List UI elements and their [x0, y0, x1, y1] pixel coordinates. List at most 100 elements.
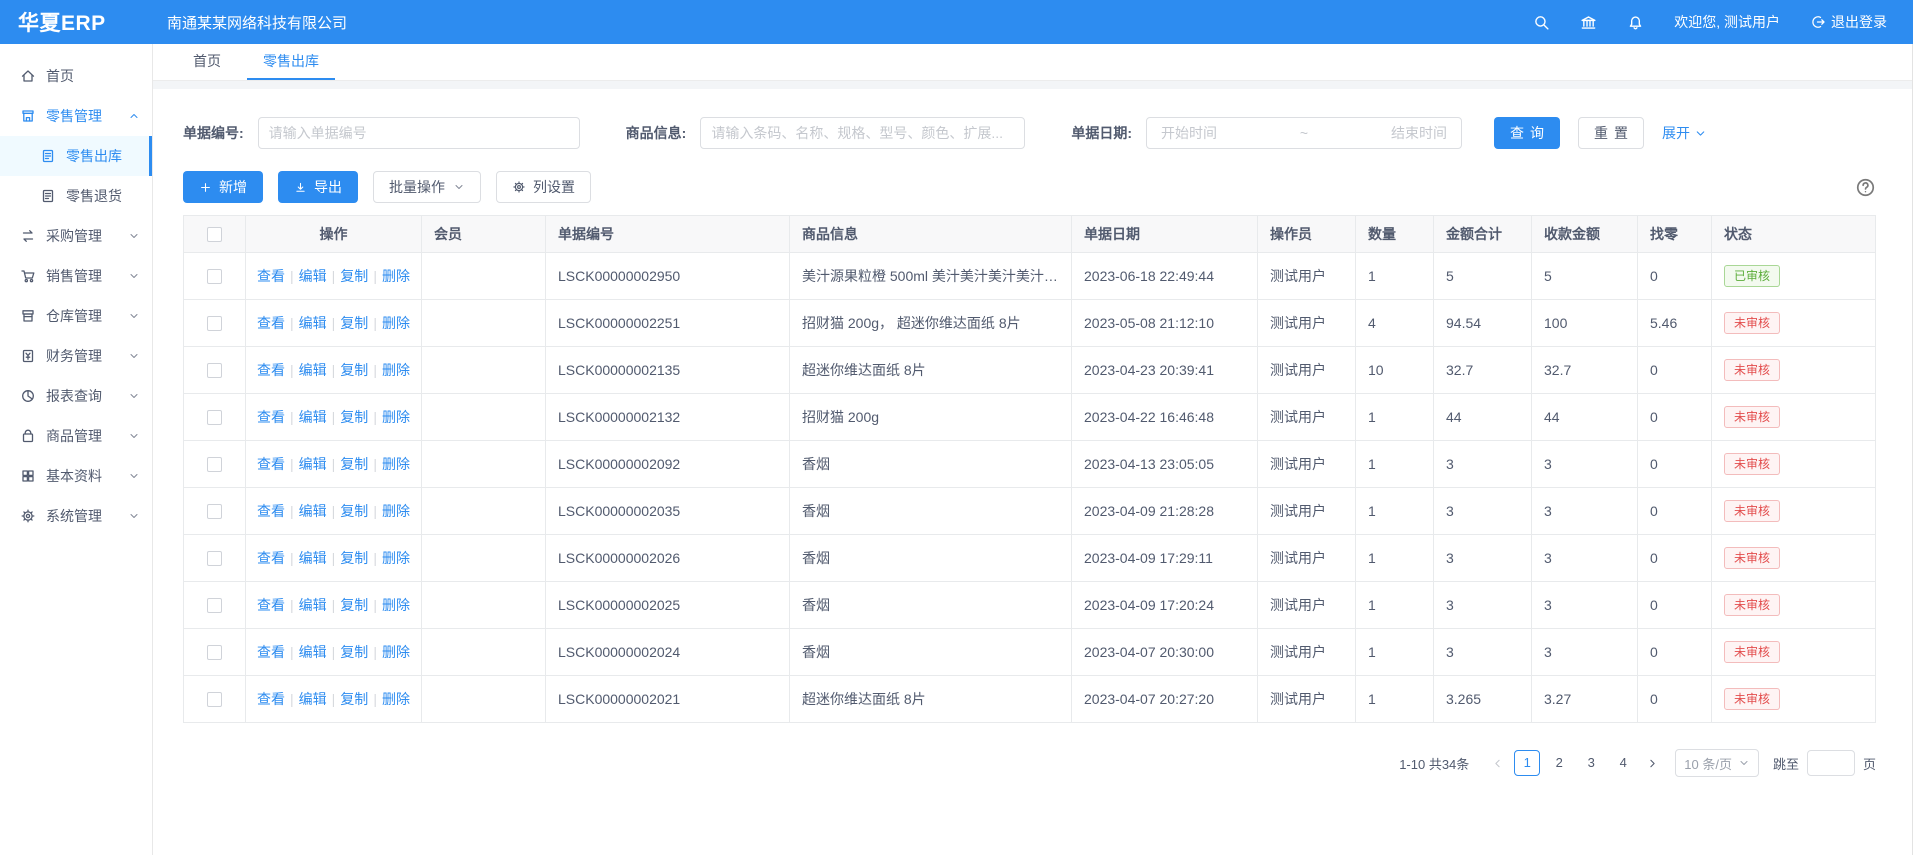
tab-retail-outbound[interactable]: 零售出库: [247, 44, 335, 80]
action-view-link[interactable]: 查看: [257, 362, 285, 378]
status-badge: 未审核: [1724, 312, 1780, 334]
action-edit-link[interactable]: 编辑: [299, 550, 327, 566]
column-settings-button[interactable]: 列设置: [496, 171, 591, 203]
home-icon: [20, 68, 36, 84]
date-range-picker[interactable]: 开始时间 ~ 结束时间: [1146, 117, 1462, 149]
row-checkbox[interactable]: [207, 457, 222, 472]
action-copy-link[interactable]: 复制: [340, 362, 368, 378]
action-view-link[interactable]: 查看: [257, 409, 285, 425]
action-edit-link[interactable]: 编辑: [299, 315, 327, 331]
help-icon[interactable]: [1855, 177, 1876, 198]
next-page-icon[interactable]: [1640, 757, 1665, 770]
action-edit-link[interactable]: 编辑: [299, 644, 327, 660]
action-view-link[interactable]: 查看: [257, 503, 285, 519]
action-delete-link[interactable]: 删除: [382, 644, 410, 660]
action-view-link[interactable]: 查看: [257, 644, 285, 660]
action-copy-link[interactable]: 复制: [340, 315, 368, 331]
sidebar-item-sales[interactable]: 销售管理: [0, 256, 152, 296]
action-delete-link[interactable]: 删除: [382, 503, 410, 519]
bill-no-input[interactable]: [258, 117, 580, 149]
tab-home[interactable]: 首页: [177, 44, 237, 80]
platform-icon[interactable]: [1580, 14, 1597, 31]
header-checkbox-cell: [184, 216, 246, 253]
expand-link[interactable]: 展开: [1662, 123, 1707, 143]
cell-goods: 香烟: [790, 629, 1072, 676]
column-header-10: 状态: [1712, 216, 1876, 253]
page-number-3[interactable]: 3: [1578, 750, 1604, 776]
action-view-link[interactable]: 查看: [257, 268, 285, 284]
action-copy-link[interactable]: 复制: [340, 456, 368, 472]
logout-button[interactable]: 退出登录: [1810, 12, 1887, 32]
row-checkbox[interactable]: [207, 316, 222, 331]
action-view-link[interactable]: 查看: [257, 597, 285, 613]
prev-page-icon[interactable]: [1485, 757, 1510, 770]
cell-qty: 1: [1356, 629, 1434, 676]
action-copy-link[interactable]: 复制: [340, 268, 368, 284]
sidebar-item-finance[interactable]: 财务管理: [0, 336, 152, 376]
action-edit-link[interactable]: 编辑: [299, 409, 327, 425]
row-checkbox[interactable]: [207, 645, 222, 660]
page-number-1[interactable]: 1: [1514, 750, 1540, 776]
sidebar-item-warehouse[interactable]: 仓库管理: [0, 296, 152, 336]
action-view-link[interactable]: 查看: [257, 456, 285, 472]
row-checkbox[interactable]: [207, 504, 222, 519]
sidebar-item-goods[interactable]: 商品管理: [0, 416, 152, 456]
action-edit-link[interactable]: 编辑: [299, 362, 327, 378]
page-numbers: 1234: [1514, 750, 1636, 776]
sidebar-subitem-retail-outbound[interactable]: 零售出库: [0, 136, 152, 176]
row-checkbox[interactable]: [207, 269, 222, 284]
action-view-link[interactable]: 查看: [257, 550, 285, 566]
cell-total: 32.7: [1434, 347, 1532, 394]
row-checkbox[interactable]: [207, 410, 222, 425]
search-icon[interactable]: [1533, 14, 1550, 31]
export-button[interactable]: 导出: [278, 171, 358, 203]
action-delete-link[interactable]: 删除: [382, 362, 410, 378]
action-delete-link[interactable]: 删除: [382, 597, 410, 613]
action-edit-link[interactable]: 编辑: [299, 268, 327, 284]
action-copy-link[interactable]: 复制: [340, 691, 368, 707]
page-size-select[interactable]: 10 条/页: [1675, 749, 1759, 777]
row-checkbox[interactable]: [207, 363, 222, 378]
action-delete-link[interactable]: 删除: [382, 456, 410, 472]
action-delete-link[interactable]: 删除: [382, 691, 410, 707]
row-checkbox[interactable]: [207, 551, 222, 566]
action-edit-link[interactable]: 编辑: [299, 456, 327, 472]
sidebar-item-reports[interactable]: 报表查询: [0, 376, 152, 416]
query-button[interactable]: 查询: [1494, 117, 1560, 149]
select-all-checkbox[interactable]: [207, 227, 222, 242]
reset-button[interactable]: 重置: [1578, 117, 1644, 149]
add-button[interactable]: 新增: [183, 171, 263, 203]
jump-page-input[interactable]: [1807, 750, 1855, 776]
action-delete-link[interactable]: 删除: [382, 409, 410, 425]
action-edit-link[interactable]: 编辑: [299, 597, 327, 613]
sidebar-item-purchase[interactable]: 采购管理: [0, 216, 152, 256]
cell-change: 0: [1638, 582, 1712, 629]
row-checkbox[interactable]: [207, 598, 222, 613]
action-view-link[interactable]: 查看: [257, 691, 285, 707]
action-delete-link[interactable]: 删除: [382, 550, 410, 566]
action-view-link[interactable]: 查看: [257, 315, 285, 331]
action-copy-link[interactable]: 复制: [340, 503, 368, 519]
sidebar-item-retail[interactable]: 零售管理: [0, 96, 152, 136]
page-number-4[interactable]: 4: [1610, 750, 1636, 776]
action-delete-link[interactable]: 删除: [382, 268, 410, 284]
row-checkbox[interactable]: [207, 692, 222, 707]
page-number-2[interactable]: 2: [1546, 750, 1572, 776]
action-copy-link[interactable]: 复制: [340, 409, 368, 425]
cell-date: 2023-04-07 20:30:00: [1072, 629, 1258, 676]
action-edit-link[interactable]: 编辑: [299, 503, 327, 519]
sidebar-subitem-retail-return[interactable]: 零售退货: [0, 176, 152, 216]
action-delete-link[interactable]: 删除: [382, 315, 410, 331]
goods-info-input[interactable]: [700, 117, 1025, 149]
sidebar-item-home[interactable]: 首页: [0, 56, 152, 96]
action-edit-link[interactable]: 编辑: [299, 691, 327, 707]
date-start-placeholder[interactable]: 开始时间: [1161, 123, 1217, 143]
notifications-bell-icon[interactable]: [1627, 14, 1644, 31]
action-copy-link[interactable]: 复制: [340, 644, 368, 660]
batch-actions-button[interactable]: 批量操作: [373, 171, 481, 203]
sidebar-item-system[interactable]: 系统管理: [0, 496, 152, 536]
action-copy-link[interactable]: 复制: [340, 597, 368, 613]
sidebar-item-basic-data[interactable]: 基本资料: [0, 456, 152, 496]
date-end-placeholder[interactable]: 结束时间: [1391, 123, 1447, 143]
action-copy-link[interactable]: 复制: [340, 550, 368, 566]
